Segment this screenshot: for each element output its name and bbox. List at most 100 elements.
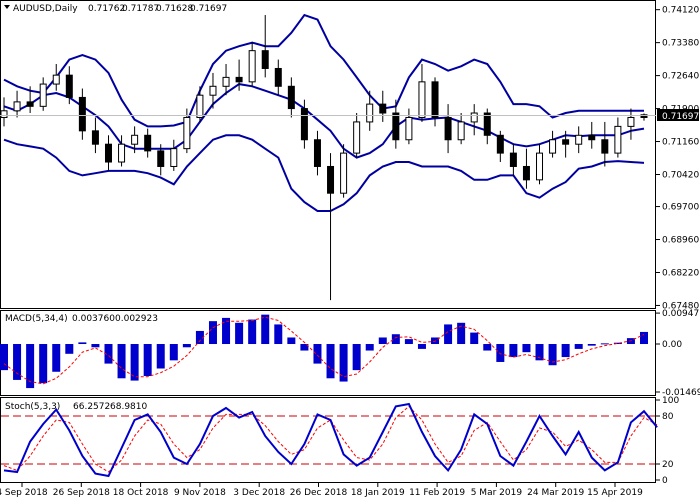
- macd-bar: [496, 344, 505, 362]
- candle: [327, 153, 335, 301]
- candle: [536, 144, 544, 185]
- y-tick-label: 0.68220: [662, 268, 699, 278]
- candle: [274, 59, 282, 96]
- candle-body: [0, 110, 8, 118]
- macd-bar: [235, 322, 244, 345]
- last-price-value: 0.71697: [662, 112, 699, 122]
- candle-body: [366, 103, 374, 123]
- macd-bar: [287, 337, 296, 345]
- macd-bar: [444, 324, 453, 345]
- macd-bar: [509, 344, 518, 358]
- x-tick-label: 24 Mar 2019: [527, 488, 584, 498]
- bollinger-lower-line: [3, 134, 645, 212]
- candle-body: [470, 112, 478, 123]
- candle: [196, 86, 204, 122]
- macd-bar: [378, 337, 387, 345]
- candle: [13, 90, 21, 118]
- candle: [588, 121, 596, 149]
- macd-bar: [65, 344, 74, 354]
- candle: [405, 108, 413, 145]
- candle-body: [157, 150, 165, 167]
- macd-bar: [156, 344, 165, 369]
- macd-bar: [561, 344, 570, 358]
- candle-body: [575, 134, 583, 145]
- macd-bar: [169, 344, 178, 361]
- macd-bar: [470, 332, 479, 345]
- macd-bar: [574, 344, 583, 349]
- candle-body: [601, 139, 609, 154]
- candle-body: [457, 121, 465, 141]
- candle-body: [353, 121, 361, 154]
- macd-signal-value: 0.002923: [115, 314, 158, 324]
- macd-bar: [417, 344, 426, 349]
- stoch-d-value: 68.9810: [110, 402, 147, 412]
- candle-body: [509, 152, 517, 167]
- candle-body: [313, 139, 321, 167]
- macd-signal-line: [3, 316, 645, 385]
- candle-body: [170, 148, 178, 167]
- candle: [248, 41, 256, 87]
- x-tick-label: 18 Oct 2018: [113, 488, 169, 498]
- y-tick-label: 0.74120: [662, 6, 699, 16]
- candle-body: [104, 143, 112, 163]
- stoch-y-tick-label: 0: [662, 476, 668, 486]
- stoch-y-tick-label: 20: [662, 460, 674, 470]
- candle-body: [444, 116, 452, 141]
- last-price-marker: 0.71697: [657, 109, 699, 122]
- candle-body: [379, 103, 387, 114]
- x-tick-label: 26 Sep 2018: [53, 488, 110, 498]
- candle-body: [562, 139, 570, 145]
- macd-bar: [391, 334, 400, 345]
- y-tick-label: 0.73380: [662, 39, 699, 49]
- candle: [144, 128, 152, 158]
- candle-body: [13, 101, 21, 112]
- candle-body: [222, 76, 230, 87]
- candle-body: [431, 81, 439, 118]
- candle-body: [340, 152, 348, 194]
- bollinger-bands: [3, 13, 645, 212]
- candle-body: [183, 116, 191, 150]
- candle-body: [627, 116, 635, 127]
- candle-body: [118, 143, 126, 163]
- candle-body: [300, 108, 308, 141]
- y-tick-label: 0.72640: [662, 72, 699, 82]
- candle-body: [549, 139, 557, 154]
- x-tick-label: 26 Dec 2018: [290, 488, 348, 498]
- candle-body: [327, 165, 335, 194]
- macd-bar: [640, 331, 648, 345]
- y-tick-label: 0.69700: [662, 203, 699, 213]
- candle-body: [196, 94, 204, 118]
- stoch-levels: [1, 415, 655, 465]
- candle-body: [614, 125, 622, 154]
- candle-body: [131, 134, 139, 145]
- candle-body: [261, 50, 269, 69]
- candle: [39, 77, 47, 111]
- high-value: 0.71787: [122, 4, 159, 14]
- candle-body: [248, 50, 256, 83]
- macd-bar: [431, 337, 440, 345]
- macd-y-tick-label: 0.009471: [662, 309, 700, 319]
- candle: [444, 104, 452, 154]
- candle-body: [209, 85, 217, 96]
- candle-body: [91, 130, 99, 145]
- candle: [52, 64, 60, 91]
- candle-body: [496, 134, 504, 154]
- candle-body: [52, 74, 60, 85]
- macd-bar: [326, 344, 335, 379]
- x-tick-label: 15 Apr 2019: [587, 488, 643, 498]
- candle: [575, 126, 583, 154]
- macd-panel: MACD(5,34,4) 0.003760 0.002923 0.009471 0…: [0, 309, 700, 398]
- stoch-panel: Stoch(5,3,3) 66.2572 68.9810 100 80 20 0: [0, 396, 679, 486]
- candle: [601, 121, 609, 167]
- close-value: 0.71697: [190, 4, 227, 14]
- candle: [496, 130, 504, 163]
- macd-bar: [600, 343, 609, 345]
- candle-body: [26, 101, 34, 107]
- time-axis: 4 Sep 2018 26 Sep 2018 18 Oct 2018 9 Nov 20…: [0, 483, 643, 498]
- candle-body: [287, 85, 295, 110]
- macd-bar: [13, 344, 22, 380]
- candle: [483, 108, 491, 145]
- candle: [91, 117, 99, 154]
- candle-body: [274, 67, 282, 87]
- bollinger-middle-line: [3, 83, 645, 159]
